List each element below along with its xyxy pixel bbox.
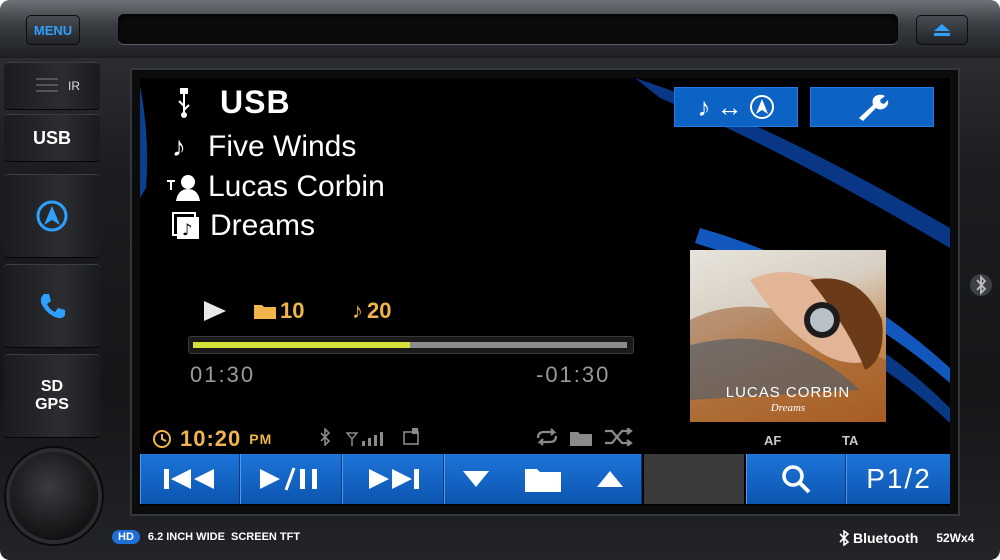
phonebook-icon [403,428,419,445]
previous-track-icon [164,469,214,489]
navigation-icon [749,95,774,119]
previous-track-button[interactable] [140,454,240,504]
gps-label: GPS [35,396,69,413]
ir-grille-icon [36,78,58,92]
album-icon: ♪ [172,212,199,239]
top-bezel: MENU [0,0,1000,58]
search-icon [782,465,811,494]
folder-counter: 10 [254,298,304,324]
signal-strength-icon [346,432,383,446]
remaining-time: -01:30 [536,362,611,387]
display-screen: USB ♪ Five Winds Lucas Corbin ♪ Dreams ♪… [140,78,950,506]
album-name: Dreams [210,209,316,242]
power-text: 52Wx4 [936,531,975,545]
track-counter: ♪ 20 [352,298,391,324]
screen-spec-text: 6.2 INCH WIDE SCREEN TFT [147,531,301,543]
album-art-artist: LUCAS CORBIN [725,384,851,401]
head-unit: MENU IR USB SD GPS USB ♪ Five Winds Luca… [0,0,1000,560]
eject-button[interactable] [916,15,968,45]
track-number: 20 [367,298,392,323]
music-note-icon: ♪ [697,91,711,122]
menu-button[interactable]: MENU [26,15,80,45]
folder-down-icon[interactable] [462,470,490,488]
svg-text:♪: ♪ [182,220,192,239]
left-button-panel: IR USB SD GPS [4,62,100,442]
folder-icon[interactable] [524,466,561,492]
album-art: LUCAS CORBIN Dreams [690,250,886,422]
sd-gps-button[interactable]: SD GPS [4,354,100,438]
sd-label: SD [40,378,64,395]
bluetooth-icon [320,428,331,446]
clock-ampm: PM [249,431,273,447]
disc-slot [118,14,898,44]
artist-name: Lucas Corbin [208,170,385,203]
clock-icon [153,430,171,448]
page-toggle-button[interactable]: P1/2 [846,454,950,504]
music-note-icon: ♪ [172,131,186,162]
elapsed-time: 01:30 [190,362,256,387]
ir-sensor: IR [4,62,100,110]
music-nav-switch-button[interactable]: ♪ ↔ [674,87,798,127]
source-row: USB [176,84,291,121]
album-row: ♪ Dreams [172,209,315,243]
next-track-icon [369,469,419,489]
phone-icon [40,294,65,319]
bluetooth-side-icon [970,274,992,296]
search-button[interactable] [746,454,846,504]
play-pause-button[interactable] [240,454,342,504]
folder-up-icon[interactable] [596,470,624,488]
volume-knob[interactable] [10,452,98,540]
clock: 10:20 PM [152,426,272,452]
usb-button-label: USB [32,127,71,148]
eject-icon [934,24,950,36]
note-icon: ♪ [352,298,363,323]
navigation-icon [36,200,68,232]
track-title: Five Winds [208,130,357,163]
footer-right: Bluetooth 52Wx4 [838,530,974,546]
play-pause-icon [260,467,317,491]
album-art-title: Dreams [770,402,806,414]
swap-arrows-icon: ↔ [716,91,743,122]
folder-icon [254,305,276,319]
ta-label[interactable]: TA [842,433,858,448]
folder-number: 10 [280,298,305,323]
af-label[interactable]: AF [764,433,781,448]
bluetooth-text: Bluetooth [853,530,919,546]
track-row: ♪ Five Winds [172,130,356,164]
folder-repeat-icon[interactable] [570,430,594,446]
shuffle-icon[interactable] [604,428,634,446]
navigation-button[interactable] [4,174,100,258]
control-toolbar: P1/2 [140,454,950,506]
artist-icon [167,175,200,201]
hd-badge: HD [112,530,140,544]
folder-browse-group [444,454,642,504]
settings-button[interactable] [810,87,934,127]
source-title: USB [220,84,291,120]
usb-source-button[interactable]: USB [4,114,100,162]
progress-fill [193,342,410,348]
empty-toolbar-slot [644,454,744,504]
ir-label: IR [68,79,80,93]
bluetooth-logo-icon [839,530,850,546]
usb-icon [178,87,190,118]
repeat-icon[interactable] [534,428,560,446]
play-state-icon [204,301,226,321]
page-label: P1/2 [866,463,932,494]
next-track-button[interactable] [342,454,444,504]
wrench-icon [859,94,889,121]
progress-bar[interactable] [188,336,634,354]
clock-time: 10:20 [180,426,242,451]
artist-row: Lucas Corbin [166,170,385,204]
phone-button[interactable] [4,264,100,348]
footer-left: HD 6.2 INCH WIDE SCREEN TFT [112,530,300,544]
